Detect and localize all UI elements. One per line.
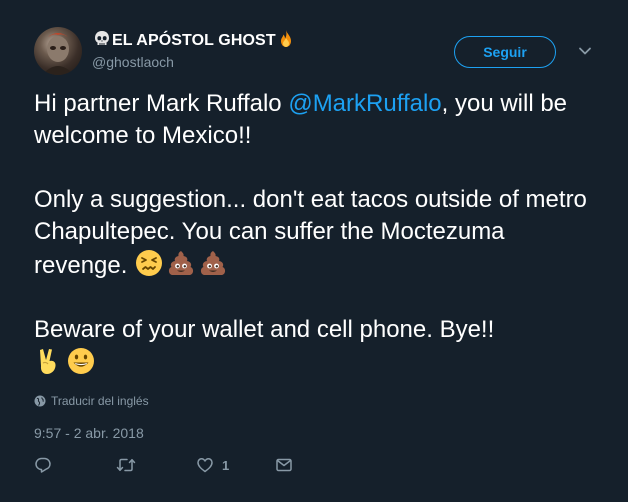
follow-button[interactable]: Seguir <box>454 36 556 68</box>
like-count: 1 <box>222 457 230 473</box>
tweet-text: Hi partner Mark Ruffalo @MarkRuffalo, yo… <box>34 88 604 380</box>
author-display-name: EL APÓSTOL GHOST <box>112 32 276 49</box>
chevron-down-icon[interactable] <box>578 44 592 58</box>
victory-hand-icon <box>34 346 64 376</box>
translate-link[interactable]: Traducir del inglés <box>34 394 149 408</box>
direct-message-button[interactable] <box>275 456 293 474</box>
retweet-icon <box>116 458 136 472</box>
tweet-paragraph-2: Only a suggestion... don't eat tacos out… <box>34 184 604 282</box>
author-handle[interactable]: @ghostlaoch <box>92 54 174 70</box>
tweet-timestamp[interactable]: 9:57 - 2 abr. 2018 <box>34 425 144 441</box>
tweet-paragraph-1: Hi partner Mark Ruffalo @MarkRuffalo, yo… <box>34 88 604 152</box>
like-button[interactable]: 1 <box>196 456 229 474</box>
tweet-actions: 1 <box>34 456 594 478</box>
reply-icon <box>35 457 51 473</box>
avatar[interactable] <box>34 27 82 75</box>
tweet-text-segment: Only a suggestion... don't eat tacos out… <box>34 186 587 279</box>
globe-icon <box>34 395 46 407</box>
reply-button[interactable] <box>34 456 52 474</box>
tweet-card: EL APÓSTOL GHOST @ghostlaoch Seguir Hi p… <box>0 0 628 502</box>
confounded-face-icon <box>134 248 164 278</box>
tweet-text-segment: Hi partner Mark Ruffalo <box>34 90 289 117</box>
heart-icon <box>197 458 213 473</box>
translate-label: Traducir del inglés <box>51 394 149 408</box>
mention-link[interactable]: @MarkRuffalo <box>288 90 441 117</box>
tweet-paragraph-3: Beware of your wallet and cell phone. By… <box>34 314 604 380</box>
retweet-button[interactable] <box>116 456 136 474</box>
pile-of-poo-icon <box>198 248 228 278</box>
tweet-text-segment: Beware of your wallet and cell phone. By… <box>34 316 495 343</box>
grinning-face-icon <box>66 346 96 376</box>
envelope-icon <box>276 458 292 472</box>
skull-icon <box>92 29 112 54</box>
fire-icon <box>276 29 296 54</box>
author-name-row[interactable]: EL APÓSTOL GHOST <box>92 29 296 54</box>
pile-of-poo-icon <box>166 248 196 278</box>
